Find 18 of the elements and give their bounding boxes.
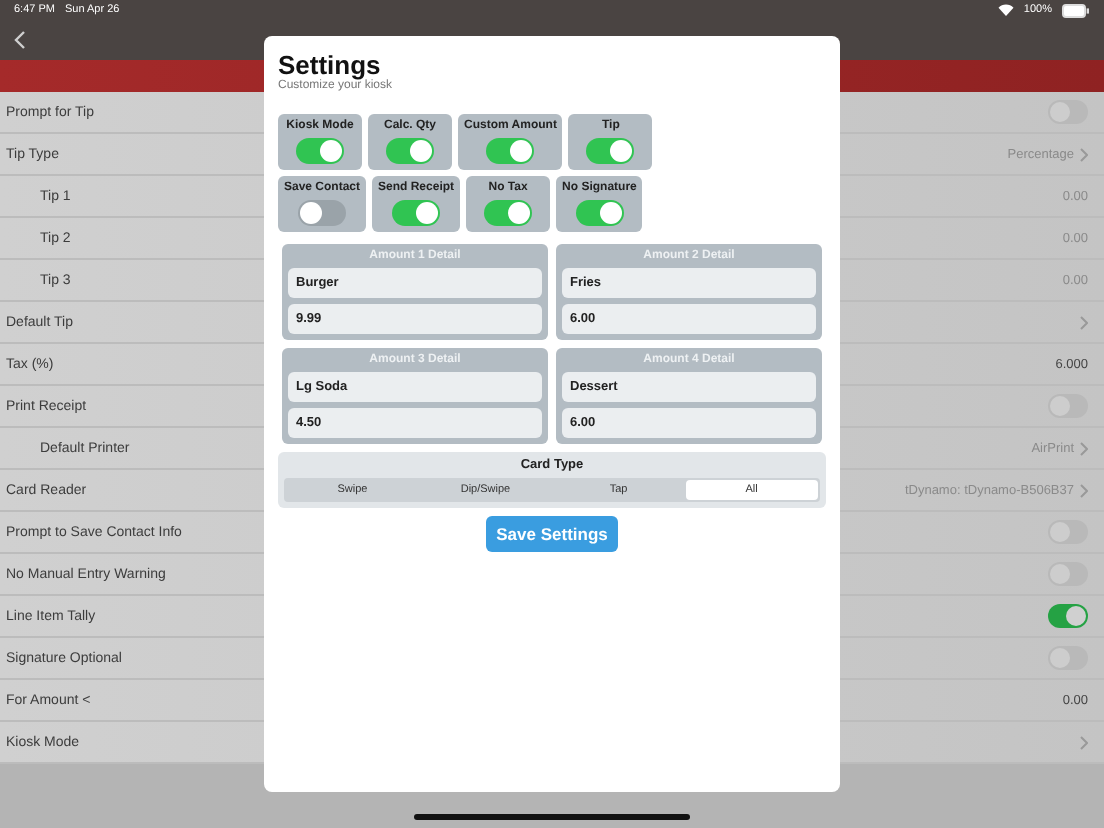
toggle-switch[interactable] bbox=[586, 138, 635, 164]
toggle-switch[interactable] bbox=[386, 138, 434, 164]
back-icon[interactable] bbox=[14, 30, 26, 50]
dialog-title: Settings bbox=[278, 50, 381, 80]
chevron-icon[interactable] bbox=[1080, 315, 1088, 329]
wifi-icon bbox=[997, 4, 1014, 16]
chevron-icon[interactable] bbox=[1080, 735, 1088, 749]
toggle-switch[interactable] bbox=[298, 200, 346, 226]
chevron-icon[interactable] bbox=[1080, 441, 1088, 455]
chevron-icon[interactable] bbox=[1080, 147, 1088, 161]
toggle-switch[interactable] bbox=[484, 200, 533, 226]
chevron-icon[interactable] bbox=[1080, 483, 1088, 497]
toggle-switch[interactable] bbox=[486, 138, 535, 164]
toggle-switch[interactable] bbox=[575, 200, 624, 226]
battery-icon bbox=[1062, 3, 1090, 17]
toggle-switch[interactable] bbox=[392, 200, 441, 226]
toggle-switch[interactable] bbox=[1048, 604, 1088, 628]
toggle-switch[interactable] bbox=[296, 138, 344, 164]
